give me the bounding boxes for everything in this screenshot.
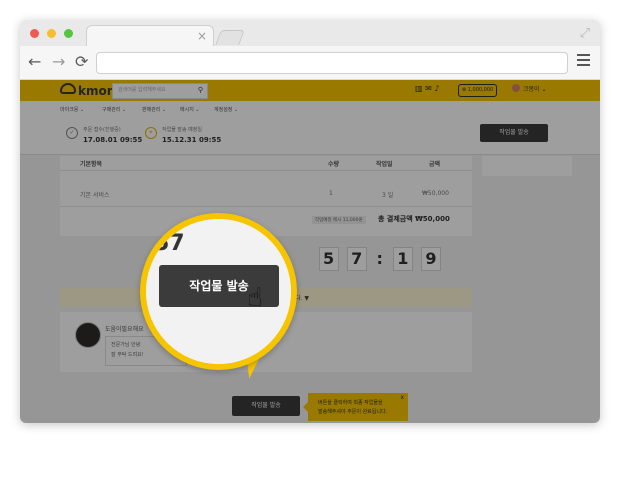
magnifier-callout: 57 작업물 발송 xyxy=(140,213,297,370)
hand-cursor-icon: ☝ xyxy=(247,283,263,313)
close-icon[interactable]: × xyxy=(197,29,207,43)
new-tab-button[interactable] xyxy=(215,30,245,45)
magnified-timer: 57 xyxy=(154,231,185,256)
browser-tab[interactable]: × xyxy=(86,25,214,47)
browser-toolbar: ← → ⟳ xyxy=(20,46,600,80)
back-icon[interactable]: ← xyxy=(28,52,41,72)
expand-icon[interactable]: ⤢ xyxy=(580,26,590,41)
maximize-window-dot[interactable] xyxy=(64,29,73,38)
tab-bar: × ⤢ xyxy=(20,20,600,47)
page-content: kmong 검색어를 입력해주세요 ⚲ ▥ ✉ ♪ ⊗ 1,000,000 크몽… xyxy=(20,80,600,423)
reload-icon[interactable]: ⟳ xyxy=(75,52,88,72)
browser-menu-icon[interactable] xyxy=(577,54,590,66)
browser-window: × ⤢ ← → ⟳ kmong 검색어를 입력해주세요 ⚲ ▥ ✉ ♪ ⊗ 1,… xyxy=(20,20,600,423)
dim-overlay xyxy=(20,80,600,423)
address-bar[interactable] xyxy=(96,52,568,74)
forward-icon[interactable]: → xyxy=(52,52,65,72)
close-window-dot[interactable] xyxy=(30,29,39,38)
minimize-window-dot[interactable] xyxy=(47,29,56,38)
